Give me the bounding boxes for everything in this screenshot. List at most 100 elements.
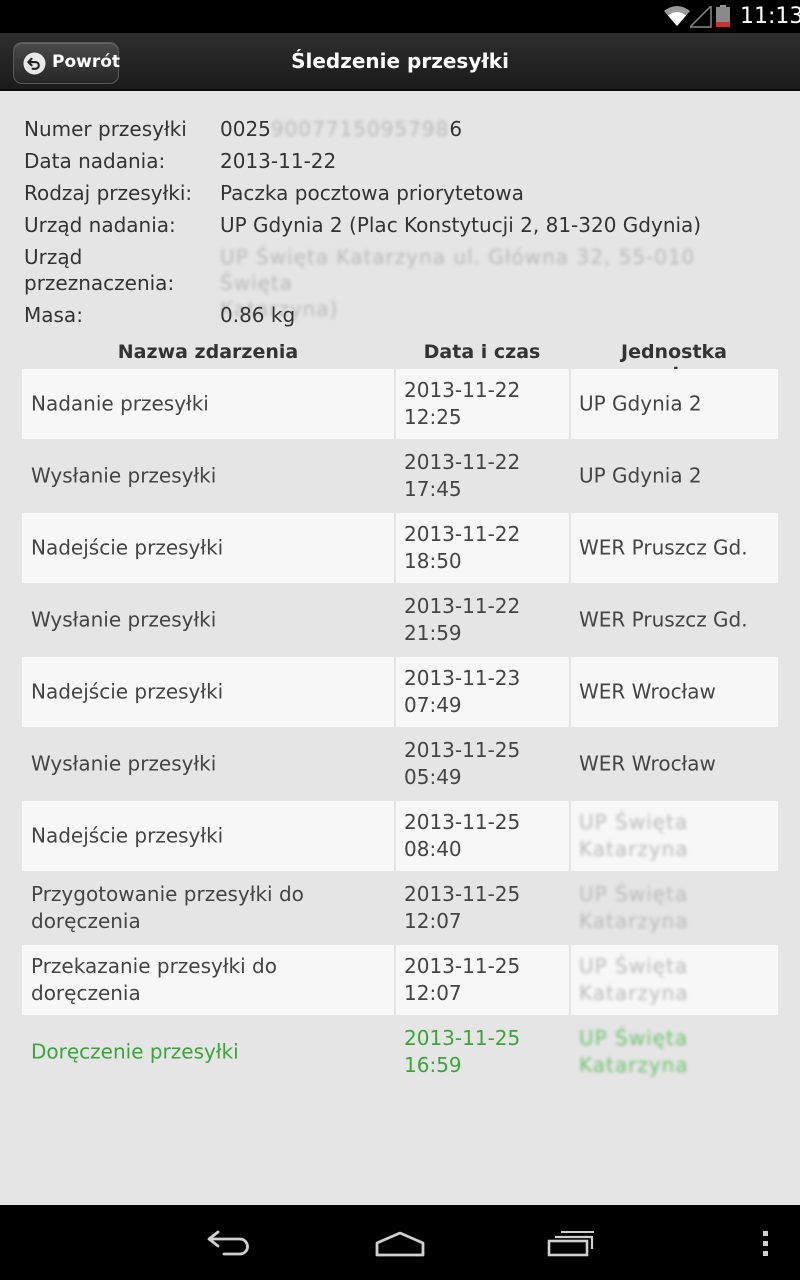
event-time: 08:40 [404,837,462,861]
event-unit-line-1: UP Święta [579,882,689,906]
event-date: 2013-11-22 [404,378,521,402]
event-unit: UP Gdynia 2 [579,463,702,488]
destination-label-line-2: przeznaczenia: [24,271,175,295]
event-time: 17:45 [404,477,462,501]
event-unit: UP Gdynia 2 [579,391,702,416]
event-unit: UP Święta Katarzyna [579,881,772,935]
events-table-header: Nazwa zdarzenia Data i czas Jednostka po… [22,339,778,385]
destination-office-label: Urząd przeznaczenia: [24,244,214,296]
event-unit: WER Pruszcz Gd. [579,535,748,560]
event-unit: WER Pruszcz Gd. [579,607,748,632]
shipment-number-suffix: 6 [449,117,463,141]
battery-low-icon [716,5,730,27]
event-date: 2013-11-22 [404,522,521,546]
home-icon[interactable] [374,1231,426,1257]
event-datetime: 2013-11-23 07:49 [404,665,563,719]
column-header-datetime: Data i czas [423,341,541,363]
shipment-type-label: Rodzaj przesyłki: [24,181,193,205]
origin-office-label: Urząd nadania: [24,213,176,237]
event-unit-line-2: Katarzyna [579,1053,689,1077]
event-time: 12:07 [404,909,462,933]
event-datetime: 2013-11-22 12:25 [404,377,563,431]
origin-office-value: UP Gdynia 2 (Plac Konstytucji 2, 81-320 … [220,213,702,237]
sent-date-value: 2013-11-22 [220,149,337,173]
event-name: Nadejście przesyłki [31,823,224,848]
event-unit: UP Święta Katarzyna [579,1025,772,1079]
event-name: Nadejście przesyłki [31,535,224,560]
event-unit: WER Wrocław [579,679,716,704]
event-date: 2013-11-22 [404,594,521,618]
status-clock: 11:13 [740,4,800,29]
event-unit: UP Święta Katarzyna [579,809,772,863]
event-unit-line-1: UP Święta [579,954,689,978]
event-datetime: 2013-11-25 08:40 [404,809,563,863]
back-icon[interactable] [206,1229,252,1257]
shipment-number-hidden: 9007715095798 [270,117,450,141]
event-time: 16:59 [404,1053,462,1077]
event-datetime: 2013-11-22 18:50 [404,521,563,575]
event-time: 07:49 [404,693,462,717]
shipment-type-value: Paczka pocztowa priorytetowa [220,181,524,205]
table-row: Nadejście przesyłki 2013-11-22 18:50 WER … [22,513,778,583]
event-unit-line-1: UP Święta [579,810,689,834]
shipment-number-prefix: 0025 [220,117,271,141]
event-name: Wysłanie przesyłki [31,463,217,488]
event-name: Przekazanie przesyłki do doręczenia [31,954,277,1005]
table-row-delivered: Doręczenie przesyłki 2013-11-25 16:59 UP … [22,1017,778,1087]
event-unit: WER Wrocław [579,751,716,776]
recent-apps-icon[interactable] [547,1229,595,1257]
event-name: Nadejście przesyłki [31,679,224,704]
event-date: 2013-11-23 [404,666,521,690]
event-unit: UP Święta Katarzyna [579,953,772,1007]
table-row: Nadanie przesyłki 2013-11-22 12:25 UP Gdy… [22,369,778,439]
event-name: Nadanie przesyłki [31,391,209,416]
shipment-number-label: Numer przesyłki [24,117,187,141]
table-row: Przygotowanie przesyłki do doręczenia 20… [22,873,778,943]
table-row: Przekazanie przesyłki do doręczenia 2013… [22,945,778,1015]
event-time: 12:25 [404,405,462,429]
event-date: 2013-11-25 [404,810,521,834]
page-title: Śledzenie przesyłki [291,49,509,73]
destination-label-line-1: Urząd [24,245,83,269]
event-time: 12:07 [404,981,462,1005]
event-unit-line-2: Katarzyna [579,837,689,861]
event-date: 2013-11-25 [404,882,521,906]
event-datetime: 2013-11-22 21:59 [404,593,563,647]
table-row: Nadejście przesyłki 2013-11-23 07:49 WER … [22,657,778,727]
table-row: Wysłanie przesyłki 2013-11-22 21:59 WER P… [22,585,778,655]
status-bar: 11:13 [0,0,800,33]
event-unit-line-1: UP Święta [579,1026,689,1050]
event-datetime: 2013-11-25 16:59 [404,1025,563,1079]
event-date: 2013-11-25 [404,738,521,762]
event-date: 2013-11-25 [404,1026,521,1050]
event-name: Przygotowanie przesyłki do doręczenia [31,882,304,933]
system-nav-bar [0,1205,800,1280]
event-datetime: 2013-11-25 12:07 [404,953,563,1007]
event-name: Doręczenie przesyłki [31,1039,239,1064]
destination-line-1: UP Święta Katarzyna ul. Główna 32, 55-01… [220,245,696,295]
sent-date-label: Data nadania: [24,149,166,173]
action-bar: Powrót Śledzenie przesyłki [0,33,800,91]
event-date: 2013-11-25 [404,954,521,978]
weight-value: 0.86 kg [220,303,296,327]
event-datetime: 2013-11-25 12:07 [404,881,563,935]
wifi-icon [664,6,690,26]
event-date: 2013-11-22 [404,450,521,474]
event-time: 05:49 [404,765,462,789]
shipment-number-value: 002590077150957986 [220,116,740,142]
event-datetime: 2013-11-22 17:45 [404,449,563,503]
signal-icon [690,6,712,28]
event-time: 18:50 [404,549,462,573]
table-row: Wysłanie przesyłki 2013-11-22 17:45 UP Gd… [22,441,778,511]
table-row: Nadejście przesyłki 2013-11-25 08:40 UP Ś… [22,801,778,871]
event-name: Wysłanie przesyłki [31,751,217,776]
event-unit-line-2: Katarzyna [579,981,689,1005]
event-datetime: 2013-11-25 05:49 [404,737,563,791]
column-header-event: Nazwa zdarzenia [117,341,299,363]
overflow-menu-icon[interactable] [760,1229,770,1259]
event-unit-line-2: Katarzyna [579,909,689,933]
table-row: Wysłanie przesyłki 2013-11-25 05:49 WER W… [22,729,778,799]
event-time: 21:59 [404,621,462,645]
weight-label: Masa: [24,303,83,327]
event-name: Wysłanie przesyłki [31,607,217,632]
